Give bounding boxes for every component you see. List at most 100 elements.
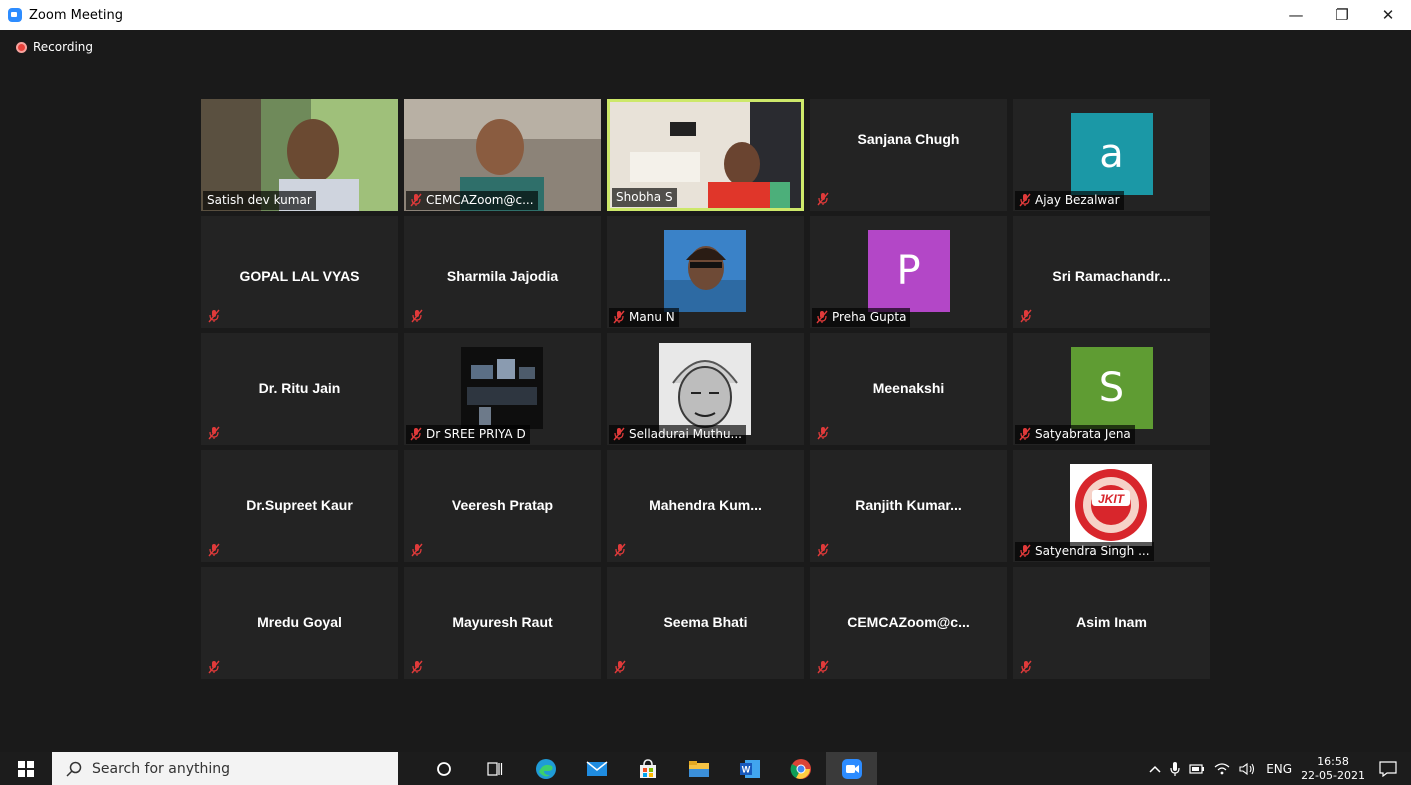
mic-muted-icon — [411, 543, 423, 557]
participant-name: GOPAL LAL VYAS — [239, 268, 360, 284]
participant-profile-photo — [659, 343, 751, 435]
participant-tile[interactable]: Ranjith Kumar... — [810, 450, 1007, 562]
cortana-circle-icon — [436, 761, 451, 776]
participant-name: Sharmila Jajodia — [446, 268, 559, 284]
participant-tile[interactable]: JKIT Satyendra Singh ... — [1013, 450, 1210, 562]
folder-icon — [688, 760, 709, 777]
wifi-tray-button[interactable] — [1214, 762, 1230, 776]
participant-name-label: Shobha S — [612, 188, 677, 207]
mic-muted-icon — [817, 192, 829, 206]
participant-name: Veeresh Pratap — [451, 497, 554, 513]
participant-tile[interactable]: Mahendra Kum... — [607, 450, 804, 562]
participant-tile[interactable]: Seema Bhati — [607, 567, 804, 679]
participant-name: Meenakshi — [872, 380, 945, 396]
participant-name: Dr. Ritu Jain — [258, 380, 341, 396]
mic-muted-icon — [411, 309, 423, 323]
participant-name: Asim Inam — [1076, 614, 1147, 630]
close-button[interactable]: ✕ — [1365, 0, 1411, 30]
participant-name: Dr.Supreet Kaur — [246, 497, 353, 513]
start-button[interactable] — [0, 752, 52, 785]
participant-tile[interactable]: Dr SREE PRIYA D — [404, 333, 601, 445]
store-bag-icon — [639, 758, 656, 778]
mic-muted-icon — [1020, 309, 1032, 323]
participant-tile[interactable]: Selladurai Muthu... — [607, 333, 804, 445]
zoom-app-button[interactable] — [826, 752, 877, 785]
show-hidden-icons-button[interactable] — [1149, 765, 1161, 773]
participant-tile-active-speaker[interactable]: Shobha S — [607, 99, 804, 211]
participant-name: Ranjith Kumar... — [855, 497, 962, 513]
mic-muted-icon — [208, 543, 220, 557]
participant-tile[interactable]: Veeresh Pratap — [404, 450, 601, 562]
participant-name: Mredu Goyal — [257, 614, 342, 630]
system-tray: ENG 16:58 22-05-2021 — [1149, 752, 1411, 785]
participant-name-label: Dr SREE PRIYA D — [406, 425, 530, 444]
windows-logo-icon — [18, 760, 34, 777]
clock-date: 22-05-2021 — [1301, 768, 1365, 782]
participant-tile[interactable]: Manu N — [607, 216, 804, 328]
mic-muted-icon — [208, 309, 220, 323]
file-explorer-button[interactable] — [673, 752, 724, 785]
participant-name-label: Satyendra Singh ... — [1015, 542, 1154, 561]
window-titlebar: Zoom Meeting — ❐ ✕ — [0, 0, 1411, 30]
participant-gallery: Satish dev kumar CEMCAZoom@c... Shobha S… — [201, 99, 1213, 679]
participant-tile[interactable]: a Ajay Bezalwar — [1013, 99, 1210, 211]
participant-tile[interactable]: CEMCAZoom@c... — [404, 99, 601, 211]
task-view-button[interactable] — [469, 752, 520, 785]
participant-name-label: CEMCAZoom@c... — [406, 191, 538, 210]
microphone-icon — [1170, 761, 1180, 776]
participant-name-label: Satish dev kumar — [203, 191, 316, 210]
participant-name: CEMCAZoom@c... — [847, 614, 970, 630]
participant-name: Mayuresh Raut — [452, 614, 553, 630]
participant-tile[interactable]: Sri Ramachandr... — [1013, 216, 1210, 328]
participant-profile-photo — [664, 230, 746, 312]
participant-tile[interactable]: Meenakshi — [810, 333, 1007, 445]
mic-muted-icon — [817, 543, 829, 557]
taskbar-pinned-apps: W — [418, 752, 877, 785]
edge-browser-button[interactable] — [520, 752, 571, 785]
participant-tile[interactable]: P Preha Gupta — [810, 216, 1007, 328]
participant-name-label: Selladurai Muthu... — [609, 425, 746, 444]
participant-name: Mahendra Kum... — [649, 497, 762, 513]
cortana-button[interactable] — [418, 752, 469, 785]
mic-muted-icon — [208, 426, 220, 440]
mic-muted-icon — [410, 193, 422, 207]
participant-tile[interactable]: S Satyabrata Jena — [1013, 333, 1210, 445]
window-title: Zoom Meeting — [29, 7, 124, 23]
participant-tile[interactable]: Mayuresh Raut — [404, 567, 601, 679]
taskbar-clock[interactable]: 16:58 22-05-2021 — [1301, 755, 1365, 783]
recording-indicator[interactable]: Recording — [16, 40, 93, 54]
participant-profile-photo — [461, 347, 543, 429]
participant-tile[interactable]: CEMCAZoom@c... — [810, 567, 1007, 679]
word-icon: W — [739, 759, 760, 778]
participant-tile[interactable]: Asim Inam — [1013, 567, 1210, 679]
zoom-icon — [841, 758, 862, 779]
participant-tile[interactable]: Sanjana Chugh — [810, 99, 1007, 211]
restore-button[interactable]: ❐ — [1319, 0, 1365, 30]
mic-muted-icon — [613, 310, 625, 324]
participant-name-label: Satyabrata Jena — [1015, 425, 1135, 444]
volume-tray-button[interactable] — [1239, 762, 1257, 776]
microsoft-store-button[interactable] — [622, 752, 673, 785]
minimize-button[interactable]: — — [1273, 0, 1319, 30]
participant-tile[interactable]: GOPAL LAL VYAS — [201, 216, 398, 328]
chrome-button[interactable] — [775, 752, 826, 785]
mic-muted-icon — [208, 660, 220, 674]
participant-tile[interactable]: Dr.Supreet Kaur — [201, 450, 398, 562]
participant-tile[interactable]: Mredu Goyal — [201, 567, 398, 679]
input-language-indicator[interactable]: ENG — [1266, 762, 1292, 776]
mail-button[interactable] — [571, 752, 622, 785]
participant-tile[interactable]: Sharmila Jajodia — [404, 216, 601, 328]
taskbar-search-box[interactable]: Search for anything — [52, 752, 398, 785]
word-button[interactable]: W — [724, 752, 775, 785]
action-center-button[interactable] — [1379, 760, 1397, 777]
participant-name-label: Preha Gupta — [812, 308, 911, 327]
mic-muted-icon — [613, 427, 625, 441]
battery-tray-button[interactable] — [1189, 763, 1205, 774]
participant-tile[interactable]: Dr. Ritu Jain — [201, 333, 398, 445]
notification-icon — [1379, 760, 1397, 777]
mic-muted-icon — [410, 427, 422, 441]
microphone-tray-button[interactable] — [1170, 761, 1180, 777]
meeting-area: Recording Satish dev kumar CEMCAZoom@c..… — [0, 30, 1411, 752]
participant-tile[interactable]: Satish dev kumar — [201, 99, 398, 211]
participant-avatar: a — [1070, 113, 1153, 195]
